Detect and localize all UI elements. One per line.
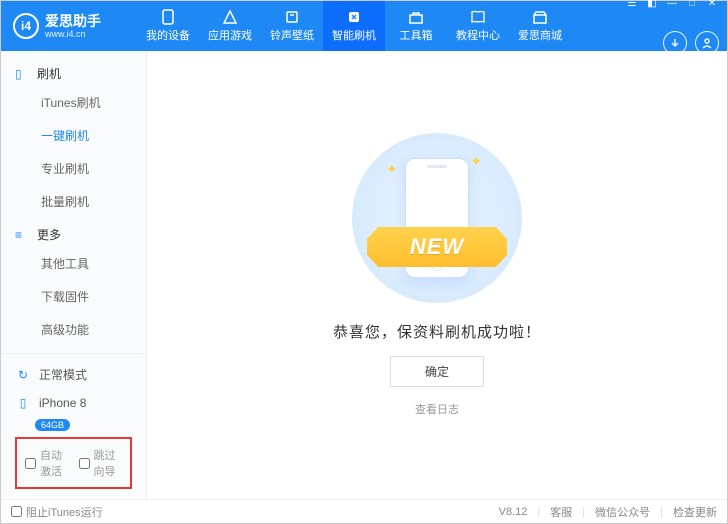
sidebar-item-itunes-flash[interactable]: iTunes刷机 <box>1 86 146 119</box>
nav-toolbox[interactable]: 工具箱 <box>385 1 447 51</box>
app-logo: i4 爱思助手 www.i4.cn <box>13 13 137 39</box>
settings-icon[interactable]: ☰ <box>625 0 639 9</box>
status-bar: 阻止iTunes运行 V8.12 | 客服 | 微信公众号 | 检查更新 <box>1 499 727 523</box>
device-icon <box>159 10 177 24</box>
top-nav: 我的设备 应用游戏 铃声壁纸 智能刷机 工具箱 教程中心 <box>137 1 625 51</box>
device-mode[interactable]: ↻ 正常模式 <box>11 360 136 389</box>
separator: | <box>660 506 663 518</box>
close-icon[interactable]: ✕ <box>705 0 719 9</box>
success-illustration: ✦ ✦ ✦ ✦ NEW <box>352 133 522 303</box>
sidebar-item-oneclick-flash[interactable]: 一键刷机 <box>1 119 146 152</box>
ok-button[interactable]: 确定 <box>390 356 484 387</box>
header-right: ☰ ◧ — □ ✕ <box>625 0 719 55</box>
block-itunes-label: 阻止iTunes运行 <box>26 504 103 520</box>
logo-badge-icon: i4 <box>13 13 39 39</box>
nav-label: 工具箱 <box>400 27 433 43</box>
store-icon <box>531 10 549 24</box>
book-icon <box>469 10 487 24</box>
storage-badge: 64GB <box>35 419 70 431</box>
view-log-link[interactable]: 查看日志 <box>415 401 459 417</box>
nav-label: 教程中心 <box>456 27 500 43</box>
skin-icon[interactable]: ◧ <box>645 0 659 9</box>
sparkle-icon: ✦ <box>470 153 482 170</box>
nav-label: 应用游戏 <box>208 27 252 43</box>
auto-activate-checkbox[interactable] <box>25 458 36 469</box>
sidebar-group-more: ≡ 更多 <box>1 218 146 247</box>
maximize-icon[interactable]: □ <box>685 0 699 9</box>
header: i4 爱思助手 www.i4.cn 我的设备 应用游戏 铃声壁纸 智能刷机 <box>1 1 727 51</box>
group-title: 更多 <box>37 226 61 243</box>
skip-guide-checkbox[interactable] <box>79 458 90 469</box>
version-label: V8.12 <box>499 506 528 518</box>
opt-label: 自动激活 <box>40 447 69 479</box>
body: ▯ 刷机 iTunes刷机 一键刷机 专业刷机 批量刷机 ≡ 更多 其他工具 下… <box>1 51 727 499</box>
sidebar: ▯ 刷机 iTunes刷机 一键刷机 专业刷机 批量刷机 ≡ 更多 其他工具 下… <box>1 51 147 499</box>
more-icon: ≡ <box>15 228 29 242</box>
minimize-icon[interactable]: — <box>665 0 679 9</box>
block-itunes-checkbox[interactable] <box>11 506 22 517</box>
logo-text: 爱思助手 www.i4.cn <box>45 14 101 39</box>
brand-url: www.i4.cn <box>45 30 101 39</box>
sidebar-item-other-tools[interactable]: 其他工具 <box>1 247 146 280</box>
nav-my-device[interactable]: 我的设备 <box>137 1 199 51</box>
footer-link-wechat[interactable]: 微信公众号 <box>595 504 650 520</box>
separator: | <box>537 506 540 518</box>
brand-name: 爱思助手 <box>45 14 101 28</box>
phone-icon: ▯ <box>15 395 31 411</box>
nav-smart-flash[interactable]: 智能刷机 <box>323 1 385 51</box>
sidebar-group-flash: ▯ 刷机 <box>1 57 146 86</box>
sidebar-bottom: ↻ 正常模式 ▯ iPhone 8 64GB 自动激活 跳过向导 <box>1 353 146 499</box>
nav-label: 爱思商城 <box>518 27 562 43</box>
device-name: iPhone 8 <box>39 396 86 410</box>
nav-label: 我的设备 <box>146 27 190 43</box>
sidebar-item-batch-flash[interactable]: 批量刷机 <box>1 185 146 218</box>
mode-label: 正常模式 <box>39 366 87 383</box>
nav-ringtones[interactable]: 铃声壁纸 <box>261 1 323 51</box>
footer-right: V8.12 | 客服 | 微信公众号 | 检查更新 <box>499 504 717 520</box>
app-window: i4 爱思助手 www.i4.cn 我的设备 应用游戏 铃声壁纸 智能刷机 <box>0 0 728 524</box>
nav-label: 铃声壁纸 <box>270 27 314 43</box>
nav-label: 智能刷机 <box>332 27 376 43</box>
separator: | <box>582 506 585 518</box>
apps-icon <box>221 10 239 24</box>
music-icon <box>283 10 301 24</box>
sidebar-scroll: ▯ 刷机 iTunes刷机 一键刷机 专业刷机 批量刷机 ≡ 更多 其他工具 下… <box>1 51 146 353</box>
window-controls: ☰ ◧ — □ ✕ <box>625 0 719 9</box>
refresh-icon: ↻ <box>15 367 31 383</box>
sidebar-item-download-firmware[interactable]: 下载固件 <box>1 280 146 313</box>
success-message: 恭喜您，保资料刷机成功啦！ <box>333 321 541 342</box>
footer-link-support[interactable]: 客服 <box>550 504 572 520</box>
new-ribbon: NEW <box>367 227 507 267</box>
nav-tutorials[interactable]: 教程中心 <box>447 1 509 51</box>
sidebar-item-advanced[interactable]: 高级功能 <box>1 313 146 346</box>
footer-link-update[interactable]: 检查更新 <box>673 504 717 520</box>
block-itunes-option[interactable]: 阻止iTunes运行 <box>11 504 103 520</box>
toolbox-icon <box>407 10 425 24</box>
nav-apps[interactable]: 应用游戏 <box>199 1 261 51</box>
nav-store[interactable]: 爱思商城 <box>509 1 571 51</box>
flash-icon <box>345 10 363 24</box>
opt-auto-activate[interactable]: 自动激活 <box>25 447 69 479</box>
opt-skip-guide[interactable]: 跳过向导 <box>79 447 123 479</box>
sparkle-icon: ✦ <box>386 161 398 178</box>
main-content: ✦ ✦ ✦ ✦ NEW 恭喜您，保资料刷机成功啦！ 确定 查看日志 <box>147 51 727 499</box>
opt-label: 跳过向导 <box>94 447 123 479</box>
device-icon: ▯ <box>15 67 29 81</box>
options-highlight: 自动激活 跳过向导 <box>15 437 132 489</box>
group-title: 刷机 <box>37 65 61 82</box>
sidebar-item-pro-flash[interactable]: 专业刷机 <box>1 152 146 185</box>
device-info[interactable]: ▯ iPhone 8 <box>11 389 136 417</box>
